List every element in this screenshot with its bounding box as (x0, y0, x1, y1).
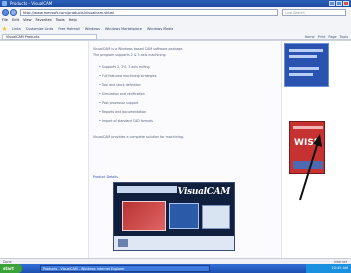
tab-row: VisualCAM Products Home Print Page Tools (2, 33, 348, 40)
screenshot-thumbnail (169, 203, 199, 229)
intro-paragraph: VisualCAM is a Windows based CAM softwar… (93, 47, 184, 51)
banner-brand: VisualCAM (177, 187, 230, 197)
web-page: VisualCAM is a Windows based CAM softwar… (0, 40, 351, 259)
menu-bar: File Edit View Favorites Tools Help (2, 18, 77, 24)
detail-paragraph: VisualCAM provides a complete solution f… (93, 135, 184, 139)
print-button[interactable]: Print (318, 35, 326, 39)
tab-current[interactable]: VisualCAM Products (2, 33, 97, 40)
intro-paragraph: The program supports 2 & 3 axis machinin… (93, 53, 167, 57)
menu-favorites[interactable]: Favorites (36, 18, 52, 24)
maximize-button[interactable] (336, 1, 342, 6)
banner-header (117, 186, 177, 193)
window-title: Products - VisualCAM (10, 1, 53, 6)
product-banner-image[interactable]: VisualCAM (113, 182, 235, 251)
sidebar-promo-box[interactable] (284, 43, 329, 87)
main-content: VisualCAM is a Windows based CAM softwar… (88, 41, 282, 259)
address-bar[interactable]: http://www.mecsoft.com/products/visualca… (20, 9, 278, 16)
product-details-link[interactable]: Product Details (93, 175, 173, 180)
feature-list-item: Import of standard CAD formats (99, 119, 249, 123)
ad-footer (293, 161, 323, 169)
home-button[interactable]: Home (305, 35, 315, 39)
taskbar: start Products - VisualCAM - Windows Int… (0, 264, 351, 273)
link-item[interactable]: Customize Links (26, 27, 54, 31)
back-button[interactable] (2, 9, 9, 16)
tools-menu-button[interactable]: Tools (340, 35, 348, 39)
feature-list-item: Reports and documentation (99, 110, 249, 114)
favorites-star-icon[interactable] (2, 26, 7, 31)
forward-button[interactable] (10, 9, 17, 16)
menu-tools[interactable]: Tools (56, 18, 65, 24)
clock: 10:45 AM (306, 264, 351, 273)
feature-list-item: Supports 2, 2½, 3 axis milling (99, 65, 249, 69)
ad-title: WISE (294, 138, 320, 148)
page-menu-button[interactable]: Page (328, 35, 336, 39)
minimize-button[interactable] (329, 1, 335, 6)
title-bar: Products - VisualCAM (0, 0, 351, 7)
link-item[interactable]: Windows (85, 27, 100, 31)
browser-toolbar: http://www.mecsoft.com/products/visualca… (0, 7, 351, 40)
screenshot-thumbnail (122, 201, 166, 231)
link-item[interactable]: Windows Media (147, 27, 173, 31)
promo-text-line (289, 55, 317, 58)
search-input[interactable]: Live Search (282, 9, 346, 16)
menu-file[interactable]: File (2, 18, 8, 24)
feature-list-item: Full featured machining strategies (99, 74, 249, 78)
links-bar: Links Customize Links Free Hotmail Windo… (2, 25, 348, 32)
command-bar: Home Print Page Tools (305, 35, 348, 39)
link-item[interactable]: Windows Marketplace (105, 27, 142, 31)
promo-text-line (289, 49, 323, 52)
promo-text-line (289, 73, 313, 76)
close-button[interactable] (343, 1, 349, 6)
banner-footer (114, 236, 234, 250)
screenshot-thumbnail (202, 205, 230, 229)
banner-logo (118, 239, 128, 247)
browser-icon (2, 1, 7, 6)
feature-list-item: Simulation and verification (99, 92, 249, 96)
menu-edit[interactable]: Edit (12, 18, 19, 24)
feature-list-item: Tool and stock definition (99, 83, 249, 87)
menu-view[interactable]: View (23, 18, 32, 24)
start-button[interactable]: start (0, 264, 22, 273)
taskbar-window-button[interactable]: Products - VisualCAM - Windows Internet … (40, 265, 210, 272)
menu-help[interactable]: Help (69, 18, 77, 24)
window-controls (329, 1, 349, 6)
feature-list-item: Post processor support (99, 101, 249, 105)
link-item[interactable]: Links (12, 27, 21, 31)
link-item[interactable]: Free Hotmail (58, 27, 80, 31)
promo-text-line (289, 67, 319, 70)
wise-ad-banner[interactable]: WISE (289, 121, 325, 174)
ad-header (293, 126, 323, 129)
